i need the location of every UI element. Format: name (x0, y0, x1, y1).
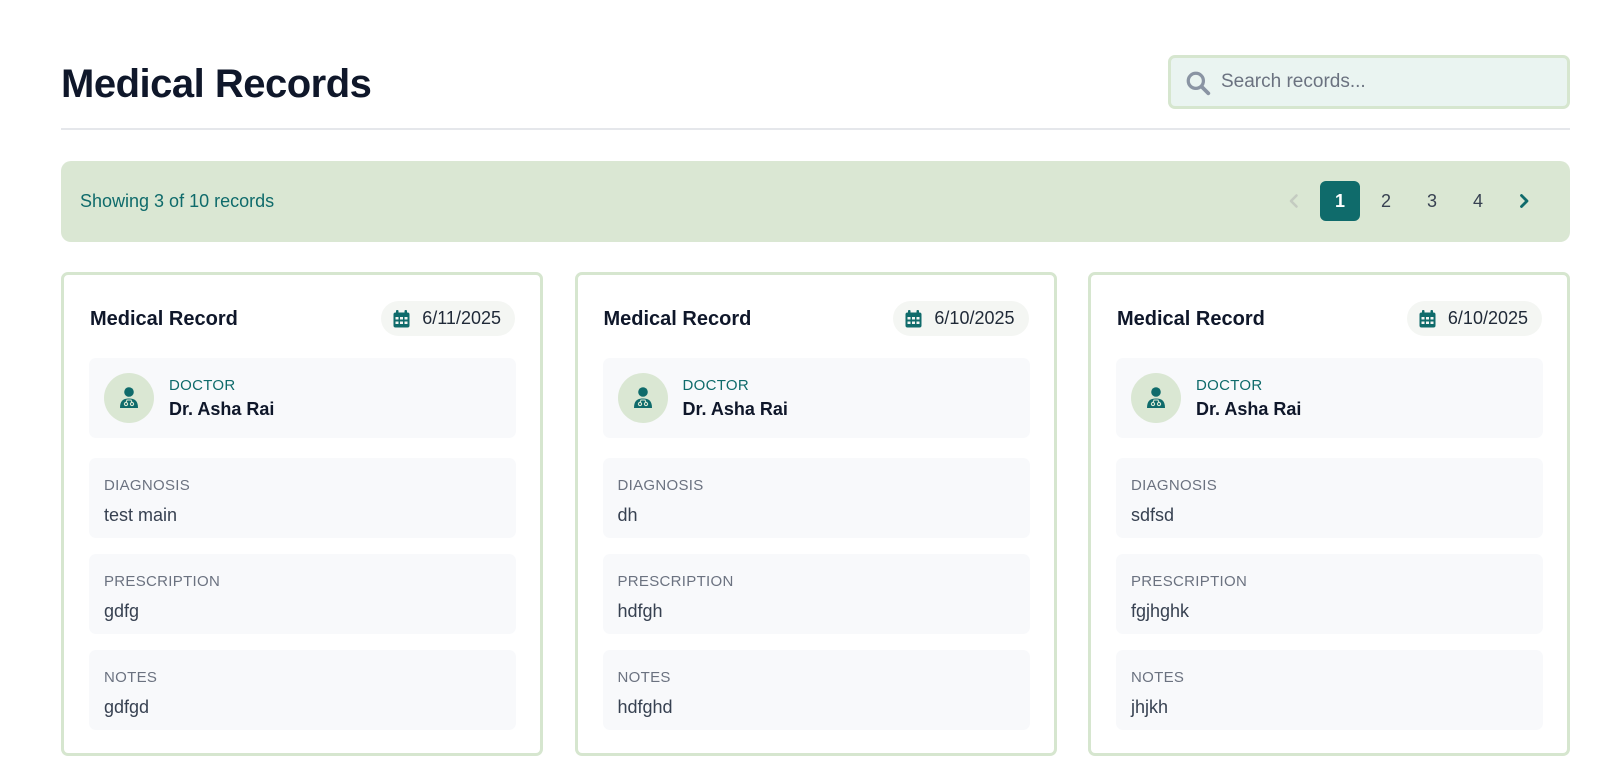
diagnosis-label: Diagnosis (617, 477, 704, 494)
calendar-icon (905, 309, 922, 327)
doctor-avatar (617, 373, 668, 423)
record-count-text: Showing 3 of 10 records (80, 191, 275, 211)
record-date-text: 6/10/2025 (934, 308, 1015, 328)
diagnosis-value: sdfsd (1131, 505, 1175, 525)
notes-section: Notes jhjkh (1116, 650, 1543, 730)
prescription-label: Prescription (617, 573, 734, 590)
record-date: 6/10/2025 (1406, 301, 1542, 336)
doctor-name: Dr. Asha Rai (682, 399, 788, 419)
records-grid: Medical Record 6/11/2025 Do (61, 272, 1570, 756)
doctor-label: Doctor (682, 377, 750, 394)
doctor-icon (1147, 387, 1165, 408)
prescription-section: Prescription fgjhghk (1116, 554, 1543, 634)
doctor-avatar (1131, 373, 1181, 423)
doctor-icon (633, 387, 652, 408)
page-button-2[interactable]: 2 (1366, 181, 1406, 221)
search-icon (1186, 71, 1211, 96)
doctor-section: Doctor Dr. Asha Rai (602, 358, 1030, 438)
diagnosis-section: Diagnosis test main (89, 458, 516, 538)
record-card[interactable]: Medical Record 6/10/2025 Do (1088, 272, 1570, 756)
card-title: Medical Record (603, 308, 752, 330)
prescription-value: fgjhghk (1131, 601, 1190, 621)
notes-section: Notes hdfghd (602, 650, 1030, 730)
diagnosis-label: Diagnosis (104, 477, 191, 494)
search-input[interactable] (1221, 58, 1561, 106)
notes-value: jhjkh (1131, 697, 1169, 717)
prescription-section: Prescription hdfgh (602, 554, 1030, 634)
doctor-icon (120, 387, 138, 408)
diagnosis-section: Diagnosis sdfsd (1116, 458, 1543, 538)
notes-value: gdfgd (104, 697, 150, 717)
chevron-left-icon (1289, 194, 1298, 208)
prev-page-button[interactable] (1274, 181, 1314, 221)
prescription-value: hdfgh (617, 601, 663, 621)
prescription-section: Prescription gdfg (89, 554, 516, 634)
diagnosis-value: test main (104, 505, 178, 525)
search-box[interactable] (1168, 55, 1570, 109)
notes-section: Notes gdfgd (89, 650, 516, 730)
diagnosis-value: dh (617, 505, 638, 525)
chevron-right-icon (1520, 194, 1529, 208)
page-header: Medical Records (61, 55, 1570, 130)
record-card[interactable]: Medical Record 6/11/2025 Do (61, 272, 543, 756)
diagnosis-label: Diagnosis (1131, 477, 1218, 494)
notes-label: Notes (617, 669, 671, 686)
prescription-value: gdfg (104, 601, 140, 621)
doctor-section: Doctor Dr. Asha Rai (89, 358, 516, 438)
prescription-label: Prescription (104, 573, 221, 590)
record-card[interactable]: Medical Record 6/10/2025 Do (574, 272, 1057, 756)
card-title: Medical Record (90, 308, 238, 330)
notes-label: Notes (1131, 669, 1185, 686)
doctor-section: Doctor Dr. Asha Rai (1116, 358, 1543, 438)
diagnosis-section: Diagnosis dh (602, 458, 1030, 538)
record-date-text: 6/11/2025 (422, 308, 501, 328)
page-button-1[interactable]: 1 (1320, 181, 1360, 221)
next-page-button[interactable] (1504, 181, 1544, 221)
doctor-avatar (104, 373, 154, 423)
page-button-3[interactable]: 3 (1412, 181, 1452, 221)
record-date-text: 6/10/2025 (1447, 308, 1528, 328)
calendar-icon (1419, 309, 1436, 327)
prescription-label: Prescription (1131, 573, 1248, 590)
doctor-name: Dr. Asha Rai (1196, 399, 1302, 419)
doctor-label: Doctor (1196, 377, 1263, 394)
pagination: 1 2 3 4 (1268, 181, 1544, 221)
doctor-label: Doctor (169, 377, 236, 394)
notes-value: hdfghd (617, 697, 673, 717)
notes-label: Notes (104, 669, 158, 686)
page-button-4[interactable]: 4 (1458, 181, 1498, 221)
records-info-bar: Showing 3 of 10 records 1 2 3 4 (61, 161, 1570, 242)
doctor-name: Dr. Asha Rai (169, 399, 275, 419)
record-date: 6/10/2025 (893, 301, 1029, 336)
page-title: Medical Records (61, 62, 372, 106)
card-title: Medical Record (1117, 308, 1265, 330)
record-date: 6/11/2025 (381, 301, 515, 336)
calendar-icon (393, 309, 410, 327)
